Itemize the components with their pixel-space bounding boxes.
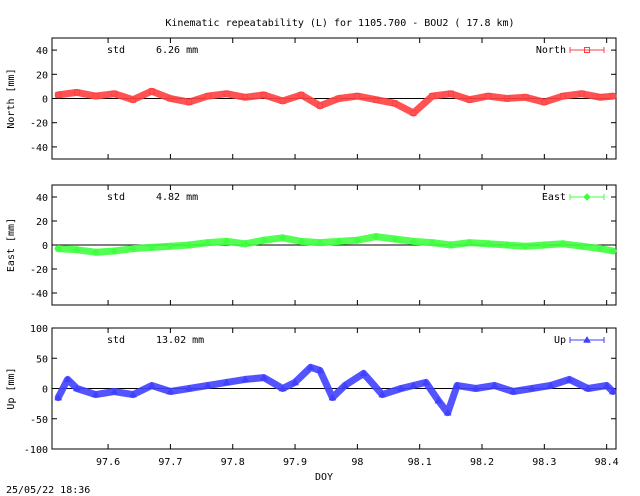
east-ytick-label: 40 xyxy=(36,193,48,204)
repeatability-chart: Kinematic repeatability (L) for 1105.700… xyxy=(6,18,619,496)
east-ylabel: East [mm] xyxy=(6,218,17,272)
east-std-label: std xyxy=(107,192,125,203)
north-series-line xyxy=(54,87,617,117)
east-legend-marker xyxy=(583,193,591,201)
chart-panels: -40-2002040North [mm]std 6.26 mm North-40-… xyxy=(6,37,619,483)
chart-title: Kinematic repeatability (L) for 1105.700… xyxy=(165,18,514,29)
up-ytick-label: 100 xyxy=(30,324,48,335)
up-xtick-label: 97.8 xyxy=(221,457,245,468)
up-xtick-label: 98.1 xyxy=(408,457,432,468)
east-std-value: 4.82 mm xyxy=(156,192,198,203)
up-ylabel: Up [mm] xyxy=(6,367,17,409)
footer-timestamp: 25/05/22 18:36 xyxy=(6,485,90,496)
up-ytick-label: 0 xyxy=(42,385,48,396)
north-std-value: 6.26 mm xyxy=(156,45,198,56)
north-ytick-label: 0 xyxy=(42,95,48,106)
east-series-line xyxy=(54,233,617,256)
up-xtick-label: 98.2 xyxy=(470,457,494,468)
north-ytick-label: -20 xyxy=(30,119,48,130)
up-std-label: std xyxy=(107,335,125,346)
up-ytick-label: 50 xyxy=(36,354,48,365)
up-xtick-label: 98 xyxy=(351,457,363,468)
east-ytick-label: -40 xyxy=(30,289,48,300)
north-ytick-label: 40 xyxy=(36,46,48,57)
up-xtick-label: 98.3 xyxy=(532,457,556,468)
up-ytick-label: -50 xyxy=(30,415,48,426)
x-axis-label: DOY xyxy=(315,472,333,483)
up-xtick-label: 98.4 xyxy=(595,457,619,468)
north-std-label: std xyxy=(107,45,125,56)
up-xtick-label: 97.7 xyxy=(158,457,182,468)
east-legend-label: East xyxy=(542,192,566,203)
north-panel: -40 -20 0 20 40 North [mm] std 6.26 mm North xyxy=(6,37,617,160)
up-xtick-label: 97.6 xyxy=(96,457,120,468)
up-panel: -100 -50 0 50 100 97.6 97.7 97.8 97.9 98 98.1 98.2 9… xyxy=(6,324,619,483)
up-ytick-label: -100 xyxy=(24,445,48,456)
north-ylabel: North [mm] xyxy=(6,68,17,128)
east-ytick-label: 20 xyxy=(36,217,48,228)
north-legend-label: North xyxy=(536,45,566,56)
up-xtick-label: 97.9 xyxy=(283,457,307,468)
east-ytick-label: 0 xyxy=(42,241,48,252)
north-ytick-label: 20 xyxy=(36,70,48,81)
up-std-value: 13.02 mm xyxy=(156,335,204,346)
up-legend-label: Up xyxy=(554,335,566,346)
north-ytick-label: -40 xyxy=(30,143,48,154)
east-panel: -40 -20 0 20 40 East [mm] std 4.82 mm East xyxy=(6,184,617,306)
east-ytick-label: -20 xyxy=(30,265,48,276)
